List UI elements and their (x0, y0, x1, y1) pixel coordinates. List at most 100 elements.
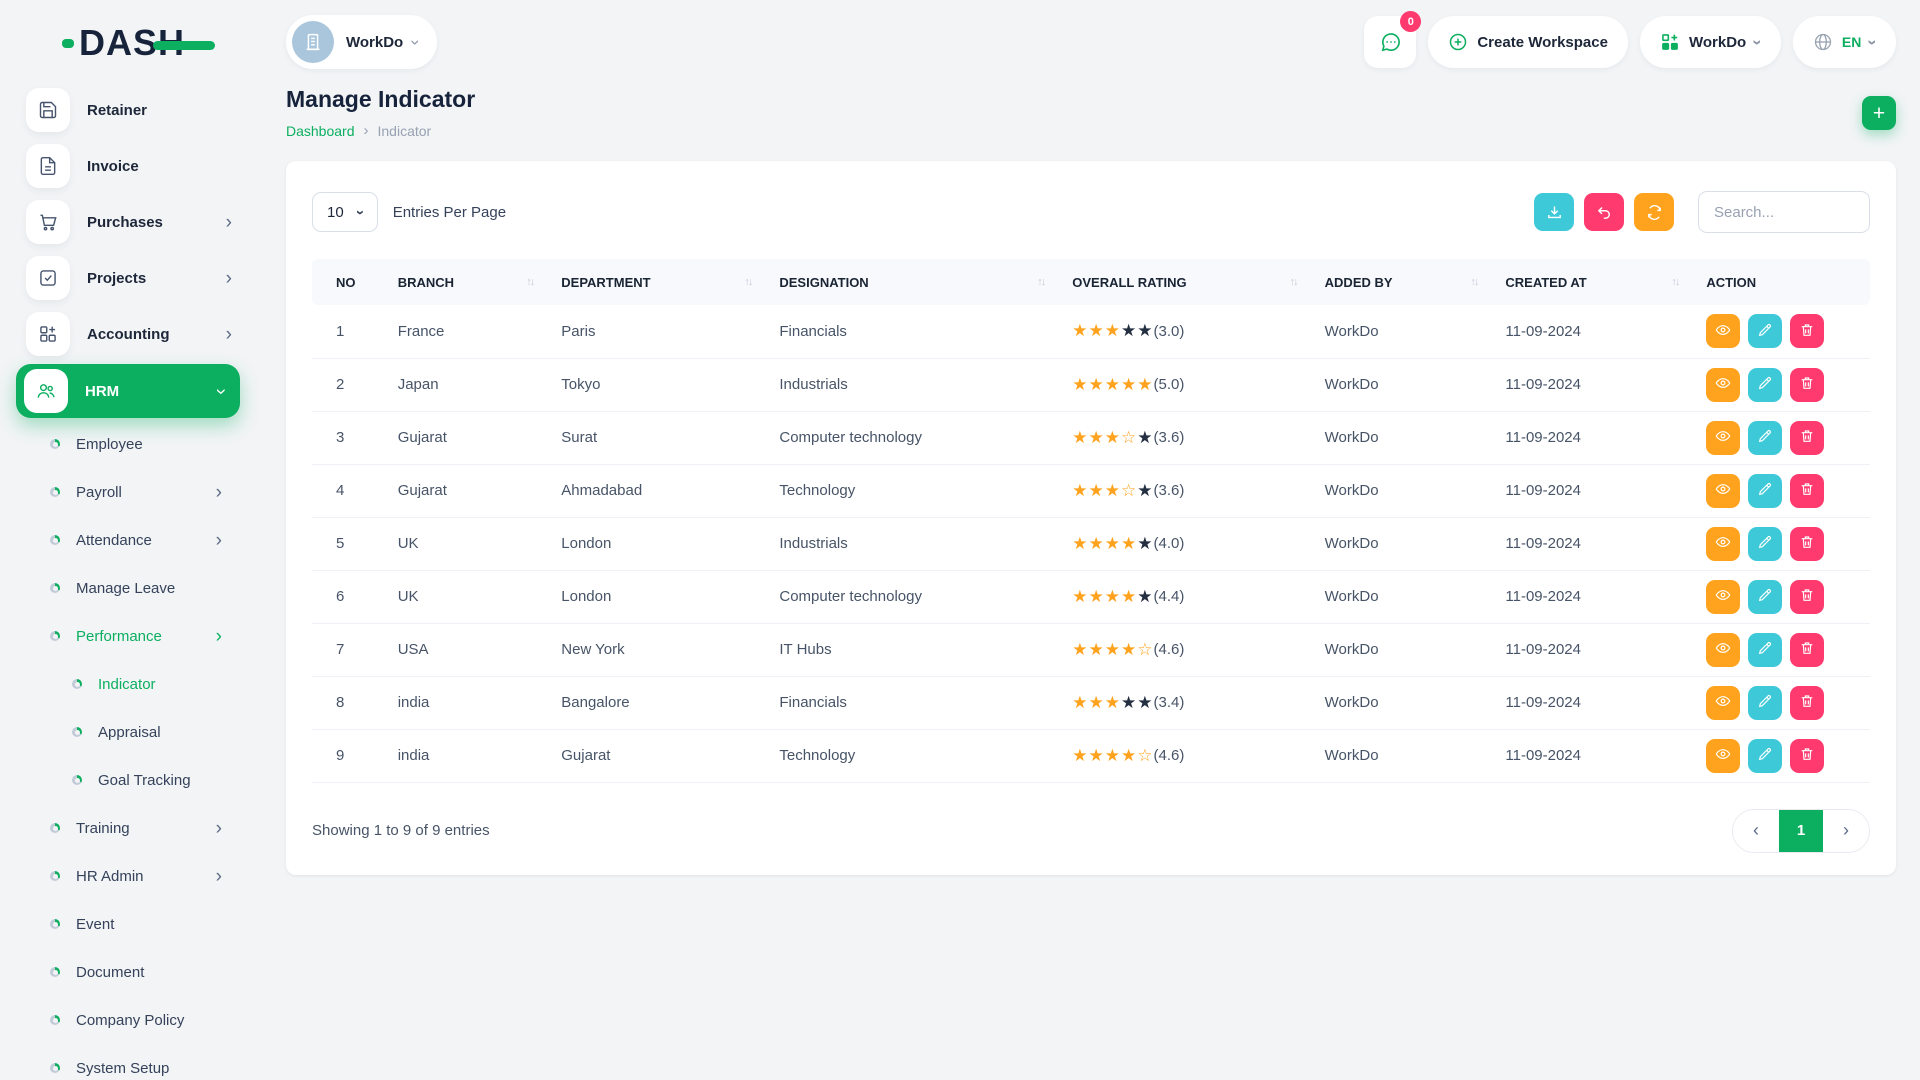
view-button[interactable] (1706, 368, 1740, 402)
table-row: 4GujaratAhmadabadTechnology★★★☆★(3.6)Wor… (312, 464, 1870, 517)
messages-button[interactable]: 0 (1364, 16, 1416, 68)
sidebar-item-attendance[interactable]: Attendance› (0, 516, 258, 564)
sidebar-item-label: Company Policy (76, 1012, 184, 1029)
next-page-button[interactable]: › (1823, 810, 1869, 852)
sort-icon[interactable]: ↑↓ (1671, 276, 1678, 288)
previous-page-button[interactable]: ‹ (1733, 810, 1779, 852)
delete-button[interactable] (1790, 633, 1824, 667)
delete-button[interactable] (1790, 368, 1824, 402)
rating-value: (4.0) (1154, 535, 1185, 552)
edit-button[interactable] (1748, 421, 1782, 455)
bullet-icon (72, 679, 82, 689)
edit-button[interactable] (1748, 314, 1782, 348)
entries-per-page-select[interactable]: 10 › (312, 192, 378, 232)
delete-button[interactable] (1790, 314, 1824, 348)
edit-button[interactable] (1748, 368, 1782, 402)
sidebar-item-goal-tracking[interactable]: Goal Tracking (0, 756, 258, 804)
sort-icon[interactable]: ↑↓ (1470, 276, 1477, 288)
delete-button[interactable] (1790, 527, 1824, 561)
export-button[interactable] (1534, 193, 1574, 231)
sidebar-item-accounting[interactable]: Accounting› (0, 306, 258, 362)
view-button[interactable] (1706, 739, 1740, 773)
globe-icon (1813, 32, 1833, 52)
sidebar-item-label: HRM (85, 383, 119, 400)
language-selector[interactable]: EN › (1793, 16, 1896, 68)
column-header-designation[interactable]: DESIGNATION↑↓ (779, 259, 1072, 305)
delete-button[interactable] (1790, 739, 1824, 773)
workspace-menu-button[interactable]: WorkDo › (1640, 16, 1781, 68)
delete-button[interactable] (1790, 686, 1824, 720)
delete-button[interactable] (1790, 474, 1824, 508)
delete-button[interactable] (1790, 580, 1824, 614)
view-button[interactable] (1706, 580, 1740, 614)
sidebar-item-projects[interactable]: Projects› (0, 250, 258, 306)
workspace-menu-label: WorkDo (1689, 34, 1746, 51)
search-input[interactable] (1698, 191, 1870, 233)
pencil-icon (1757, 375, 1773, 394)
sort-icon[interactable]: ↑↓ (526, 276, 533, 288)
app-logo[interactable]: DASH (62, 22, 185, 64)
sidebar-item-invoice[interactable]: Invoice (0, 138, 258, 194)
sidebar-item-training[interactable]: Training› (0, 804, 258, 852)
column-header-department[interactable]: DEPARTMENT↑↓ (561, 259, 779, 305)
sidebar-item-hrm[interactable]: HRM› (16, 364, 240, 418)
add-indicator-button[interactable]: + (1862, 96, 1896, 130)
sidebar-item-appraisal[interactable]: Appraisal (0, 708, 258, 756)
cell-added-by: WorkDo (1325, 305, 1506, 358)
sidebar-item-manage-leave[interactable]: Manage Leave (0, 564, 258, 612)
cell-designation: Industrials (779, 358, 1072, 411)
cell-branch: Gujarat (398, 411, 562, 464)
sidebar-item-hr-admin[interactable]: HR Admin› (0, 852, 258, 900)
column-header-overall-rating[interactable]: OVERALL RATING↑↓ (1072, 259, 1324, 305)
column-header-added-by[interactable]: ADDED BY↑↓ (1325, 259, 1506, 305)
sidebar-item-document[interactable]: Document (0, 948, 258, 996)
table-row: 7USANew YorkIT Hubs★★★★☆(4.6)WorkDo11-09… (312, 623, 1870, 676)
view-button[interactable] (1706, 527, 1740, 561)
star-filled-icon: ★ (1105, 321, 1120, 341)
column-header-created-at[interactable]: CREATED AT↑↓ (1505, 259, 1706, 305)
sidebar-item-label: Attendance (76, 532, 152, 549)
sidebar-item-event[interactable]: Event (0, 900, 258, 948)
edit-button[interactable] (1748, 739, 1782, 773)
column-header-branch[interactable]: BRANCH↑↓ (398, 259, 562, 305)
view-button[interactable] (1706, 474, 1740, 508)
star-filled-icon: ★ (1089, 534, 1104, 554)
sidebar-item-indicator[interactable]: Indicator (0, 660, 258, 708)
sidebar-item-performance[interactable]: Performance› (0, 612, 258, 660)
edit-button[interactable] (1748, 633, 1782, 667)
refresh-button[interactable] (1634, 193, 1674, 231)
edit-button[interactable] (1748, 580, 1782, 614)
delete-button[interactable] (1790, 421, 1824, 455)
cell-created-at: 11-09-2024 (1505, 676, 1706, 729)
sidebar-item-employee[interactable]: Employee (0, 420, 258, 468)
create-workspace-button[interactable]: Create Workspace (1428, 16, 1628, 68)
view-button[interactable] (1706, 314, 1740, 348)
eye-icon (1715, 322, 1731, 341)
sidebar-item-purchases[interactable]: Purchases› (0, 194, 258, 250)
view-button[interactable] (1706, 633, 1740, 667)
sidebar-item-company-policy[interactable]: Company Policy (0, 996, 258, 1044)
edit-button[interactable] (1748, 527, 1782, 561)
bullet-icon (72, 727, 82, 737)
breadcrumb-dashboard-link[interactable]: Dashboard (286, 123, 355, 139)
edit-button[interactable] (1748, 686, 1782, 720)
cell-designation: Technology (779, 729, 1072, 782)
workspace-selector[interactable]: WorkDo › (286, 15, 437, 69)
sidebar-item-retainer[interactable]: Retainer (0, 82, 258, 138)
cell-action (1706, 729, 1870, 782)
view-button[interactable] (1706, 686, 1740, 720)
sidebar-item-system-setup[interactable]: System Setup (0, 1044, 258, 1080)
table-row: 5UKLondonIndustrials★★★★★(4.0)WorkDo11-0… (312, 517, 1870, 570)
cell-created-at: 11-09-2024 (1505, 464, 1706, 517)
reset-button[interactable] (1584, 193, 1624, 231)
view-button[interactable] (1706, 421, 1740, 455)
sidebar-item-payroll[interactable]: Payroll› (0, 468, 258, 516)
create-workspace-label: Create Workspace (1477, 34, 1608, 51)
edit-button[interactable] (1748, 474, 1782, 508)
sort-icon[interactable]: ↑↓ (1290, 276, 1297, 288)
page-1-button[interactable]: 1 (1779, 810, 1823, 852)
sort-icon[interactable]: ↑↓ (744, 276, 751, 288)
rating-value: (4.4) (1154, 588, 1185, 605)
sidebar-item-label: Indicator (98, 676, 156, 693)
sort-icon[interactable]: ↑↓ (1037, 276, 1044, 288)
